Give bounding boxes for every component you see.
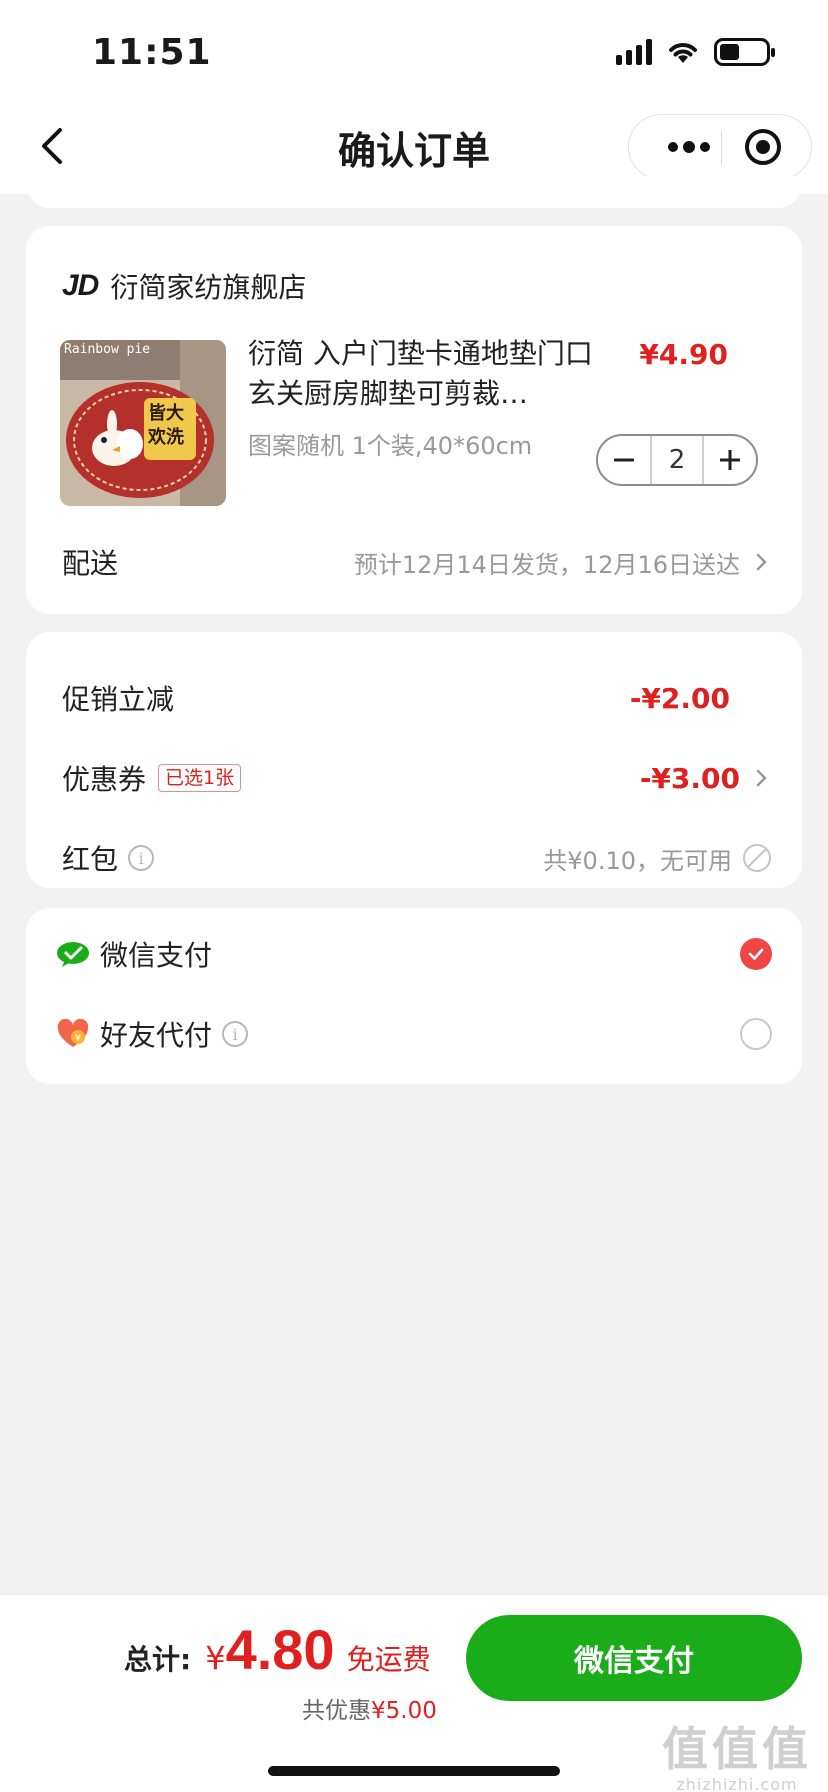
wechat-pay-icon <box>56 937 90 971</box>
payment-option-friend[interactable]: ¥ 好友代付 i <box>56 1012 772 1056</box>
door-mat-image <box>60 340 226 506</box>
svg-text:¥: ¥ <box>75 1033 81 1044</box>
wechat-pay-button[interactable]: 微信支付 <box>466 1615 802 1701</box>
home-indicator[interactable] <box>268 1766 560 1776</box>
total-line: 总计: ¥ 4.80 免运费 <box>124 1617 431 1682</box>
watermark: 值值值 zhizhizhi.com <box>662 1713 812 1792</box>
quantity-stepper: 2 <box>596 434 758 486</box>
watermark-url: zhizhizhi.com <box>676 1775 798 1792</box>
image-brand-text: Rainbow pie <box>64 342 151 357</box>
coupon-value: -¥3.00 <box>639 761 740 795</box>
battery-icon <box>714 38 775 66</box>
decrease-quantity-button[interactable] <box>598 436 650 484</box>
promo-label: 促销立减 <box>62 683 175 716</box>
more-dots-icon <box>668 141 710 153</box>
product-title[interactable]: 衍简 入户门垫卡通地垫门口玄关厨房脚垫可剪裁… <box>248 334 594 414</box>
checkout-bar: 总计: ¥ 4.80 免运费 共优惠¥5.00 微信支付 值值值 zhizhiz… <box>0 1594 828 1792</box>
saving-amount: ¥5.00 <box>371 1698 437 1724</box>
total-currency: ¥ <box>205 1639 226 1677</box>
free-shipping-label: 免运费 <box>346 1643 431 1676</box>
saving-line: 共优惠¥5.00 <box>302 1691 437 1725</box>
payment-card: 微信支付 ¥ 好友代付 i <box>26 908 802 1084</box>
product-image[interactable]: Rainbow pie 皆大欢洗 <box>60 340 226 506</box>
radio-unchecked[interactable] <box>740 1018 772 1050</box>
shop-header[interactable]: JD 衍简家纺旗舰店 <box>62 266 306 306</box>
minus-icon <box>614 458 634 462</box>
more-button[interactable] <box>653 115 725 179</box>
status-time: 11:51 <box>92 32 212 73</box>
jd-logo: JD <box>62 269 99 302</box>
delivery-row[interactable]: 配送 预计12月14日发货，12月16日送达 <box>62 542 772 582</box>
image-mat-text: 皆大欢洗 <box>148 403 184 448</box>
quantity-value[interactable]: 2 <box>650 436 704 484</box>
red-packet-label: 红包 <box>62 843 119 876</box>
total-amount: 4.80 <box>225 1618 335 1681</box>
shop-card: JD 衍简家纺旗舰店 Rainbow pie 皆大欢洗 衍简 入户门垫卡通地垫门… <box>26 226 802 614</box>
delivery-label: 配送 <box>62 547 119 580</box>
mini-program-capsule <box>628 114 812 180</box>
discount-card: 促销立减 -¥2.00 优惠券 已选1张 -¥3.00 红包 i 共¥0.10，… <box>26 632 802 888</box>
promo-row: 促销立减 -¥2.00 <box>62 678 772 718</box>
red-packet-row: 红包 i 共¥0.10，无可用 <box>62 838 772 878</box>
delivery-estimate: 预计12月14日发货，12月16日送达 <box>353 550 740 579</box>
previous-card-edge <box>26 176 802 208</box>
check-icon <box>748 948 764 960</box>
chevron-right-icon <box>756 769 767 787</box>
coupon-row[interactable]: 优惠券 已选1张 -¥3.00 <box>62 758 772 798</box>
coupon-label: 优惠券 <box>62 763 147 796</box>
product-spec[interactable]: 图案随机 1个装,40*60cm <box>248 426 532 461</box>
info-icon[interactable]: i <box>128 845 155 871</box>
watermark-logo: 值值值 <box>662 1722 812 1776</box>
promo-value: -¥2.00 <box>629 681 730 715</box>
coupon-selected-badge: 已选1张 <box>158 764 242 792</box>
target-icon <box>745 129 781 165</box>
payment-option-label: 好友代付 <box>100 1019 213 1052</box>
product-price: ¥4.90 <box>639 338 728 371</box>
chevron-right-icon <box>756 553 767 571</box>
increase-quantity-button[interactable] <box>704 436 756 484</box>
saving-prefix: 共优惠 <box>302 1698 371 1724</box>
status-icons <box>616 38 775 66</box>
info-icon[interactable]: i <box>222 1021 249 1047</box>
red-packet-value: 共¥0.10，无可用 <box>543 846 732 875</box>
wifi-icon <box>669 43 697 63</box>
disabled-icon <box>743 844 771 872</box>
plus-icon <box>720 450 740 470</box>
status-bar: 11:51 <box>0 0 828 100</box>
radio-checked[interactable] <box>740 938 772 970</box>
total-label: 总计: <box>124 1643 192 1676</box>
close-mini-program-button[interactable] <box>731 115 795 179</box>
shop-name: 衍简家纺旗舰店 <box>110 271 307 304</box>
payment-option-label: 微信支付 <box>100 939 213 972</box>
capsule-divider <box>721 131 722 165</box>
payment-option-wechat[interactable]: 微信支付 <box>56 932 772 976</box>
friend-pay-icon: ¥ <box>56 1017 90 1051</box>
signal-icon <box>616 39 652 65</box>
